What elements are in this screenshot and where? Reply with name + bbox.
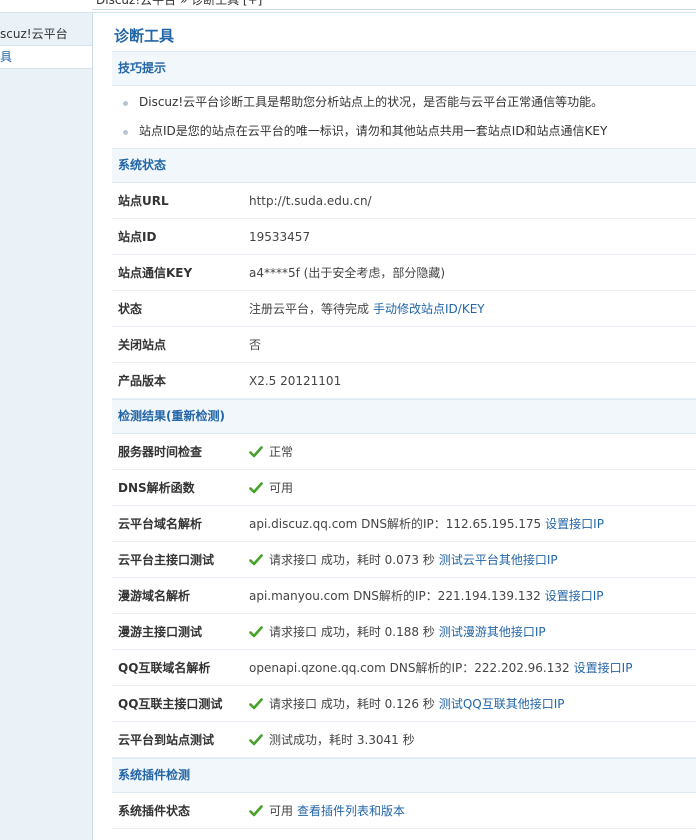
view-plugin-list-link[interactable]: 查看插件列表和版本: [297, 802, 405, 819]
row-label: 状态: [118, 302, 143, 316]
row-label: 服务器时间检查: [118, 445, 203, 459]
bullet-icon: [123, 101, 128, 106]
check-icon: [249, 733, 263, 747]
table-row: 站点URL http://t.suda.edu.cn/: [112, 183, 696, 219]
row-value: 请求接口 成功，耗时 0.126 秒 测试QQ互联其他接口IP: [249, 695, 564, 712]
top-bar: Discuz!云平台 » 诊断工具 [+]: [0, 0, 696, 13]
row-label: QQ互联主接口测试: [118, 697, 223, 711]
interface-test-text: 请求接口 成功，耗时 0.073 秒: [269, 553, 435, 567]
table-row: 云平台到站点测试 测试成功，耗时 3.3041 秒: [112, 722, 696, 758]
check-results-heading[interactable]: 检测结果(重新检测): [112, 399, 696, 434]
status-text: 注册云平台，等待完成: [249, 302, 370, 316]
row-value: a4****5f (出于安全考虑，部分隐藏): [249, 266, 446, 280]
edit-site-id-key-link[interactable]: 手动修改站点ID/KEY: [373, 300, 485, 317]
set-interface-ip-link[interactable]: 设置接口IP: [545, 515, 604, 532]
row-label: QQ互联域名解析: [118, 661, 211, 675]
check-icon: [249, 481, 263, 495]
plugin-check-heading: 系统插件检测: [112, 758, 696, 793]
row-label: 漫游主接口测试: [118, 625, 203, 639]
dns-result-text: openapi.qzone.qq.com DNS解析的IP：222.202.96…: [249, 661, 570, 675]
table-row: 产品版本 X2.5 20121101: [112, 363, 696, 399]
table-row: QQ互联域名解析 openapi.qzone.qq.com DNS解析的IP：2…: [112, 650, 696, 686]
sidebar-item-diagnostic-tool[interactable]: 具: [0, 45, 92, 69]
check-icon: [249, 697, 263, 711]
check-icon: [249, 804, 263, 818]
tip-item: Discuz!云平台诊断工具是帮助您分析站点上的状况，是否能与云平台正常通信等功…: [112, 88, 696, 117]
system-status-heading: 系统状态: [112, 148, 696, 183]
row-value: api.discuz.qq.com DNS解析的IP：112.65.195.17…: [249, 515, 604, 532]
site-test-text: 测试成功，耗时 3.3041 秒: [269, 733, 415, 747]
row-label: 云平台到站点测试: [118, 733, 215, 747]
breadcrumb: Discuz!云平台 » 诊断工具 [+]: [92, 0, 696, 10]
row-value: X2.5 20121101: [249, 373, 342, 388]
interface-test-text: 请求接口 成功，耗时 0.126 秒: [269, 697, 435, 711]
row-value: 请求接口 成功，耗时 0.188 秒 测试漫游其他接口IP: [249, 623, 546, 640]
dns-result-text: api.discuz.qq.com DNS解析的IP：112.65.195.17…: [249, 517, 542, 531]
row-label: 站点URL: [118, 194, 169, 208]
table-row: 站点ID 19533457: [112, 219, 696, 255]
table-row: 服务器时间检查 正常: [112, 434, 696, 470]
row-value: http://t.suda.edu.cn/: [249, 193, 372, 208]
row-label: 产品版本: [118, 374, 167, 388]
row-label: 漫游域名解析: [118, 589, 191, 603]
row-value: 19533457: [249, 229, 311, 244]
set-interface-ip-link[interactable]: 设置接口IP: [574, 659, 633, 676]
table-row: 云平台域名解析 api.discuz.qq.com DNS解析的IP：112.6…: [112, 506, 696, 542]
check-icon: [249, 553, 263, 567]
test-manyou-other-ip-link[interactable]: 测试漫游其他接口IP: [439, 623, 546, 640]
tip-item: 站点ID是您的站点在云平台的唯一标识，请勿和其他站点共用一套站点ID和站点通信K…: [112, 117, 696, 146]
table-row: DNS解析函数 可用: [112, 470, 696, 506]
row-value: 可用 查看插件列表和版本: [249, 802, 405, 819]
bullet-icon: [123, 130, 128, 135]
tip-text: Discuz!云平台诊断工具是帮助您分析站点上的状况，是否能与云平台正常通信等功…: [139, 95, 604, 109]
row-label: 关闭站点: [118, 338, 167, 352]
row-label: 系统插件状态: [118, 804, 191, 818]
set-interface-ip-link[interactable]: 设置接口IP: [545, 587, 604, 604]
row-value: openapi.qzone.qq.com DNS解析的IP：222.202.96…: [249, 659, 632, 676]
interface-test-text: 请求接口 成功，耗时 0.188 秒: [269, 625, 435, 639]
row-value: 可用: [249, 479, 293, 496]
table-row: QQ互联主接口测试 请求接口 成功，耗时 0.126 秒 测试QQ互联其他接口I…: [112, 686, 696, 722]
tip-text: 站点ID是您的站点在云平台的唯一标识，请勿和其他站点共用一套站点ID和站点通信K…: [139, 124, 608, 138]
row-label: DNS解析函数: [118, 481, 195, 495]
check-status-text: 可用: [269, 481, 294, 495]
row-label: 云平台域名解析: [118, 517, 203, 531]
check-icon: [249, 625, 263, 639]
dns-result-text: api.manyou.com DNS解析的IP：221.194.139.132: [249, 589, 541, 603]
sidebar-item-cloud-platform[interactable]: scuz!云平台: [0, 23, 92, 45]
row-value: 测试成功，耗时 3.3041 秒: [249, 731, 415, 748]
table-row: 系统插件状态 可用 查看插件列表和版本: [112, 793, 696, 829]
sidebar: scuz!云平台 具: [0, 13, 93, 840]
main-content: 诊断工具 技巧提示 Discuz!云平台诊断工具是帮助您分析站点上的状况，是否能…: [112, 24, 696, 829]
table-row: 关闭站点 否: [112, 327, 696, 363]
table-row: 云平台主接口测试 请求接口 成功，耗时 0.073 秒 测试云平台其他接口IP: [112, 542, 696, 578]
check-icon: [249, 445, 263, 459]
row-value: 正常: [249, 443, 293, 460]
tips-heading: 技巧提示: [112, 51, 696, 86]
plugin-status-text: 可用: [269, 804, 294, 818]
row-value: 否: [249, 338, 262, 352]
row-label: 站点通信KEY: [118, 266, 193, 280]
table-row: 漫游域名解析 api.manyou.com DNS解析的IP：221.194.1…: [112, 578, 696, 614]
tips-list: Discuz!云平台诊断工具是帮助您分析站点上的状况，是否能与云平台正常通信等功…: [112, 86, 696, 148]
test-cloud-other-ip-link[interactable]: 测试云平台其他接口IP: [439, 551, 558, 568]
table-row: 漫游主接口测试 请求接口 成功，耗时 0.188 秒 测试漫游其他接口IP: [112, 614, 696, 650]
table-row: 站点通信KEY a4****5f (出于安全考虑，部分隐藏): [112, 255, 696, 291]
check-status-text: 正常: [269, 445, 294, 459]
row-value: 注册云平台，等待完成 手动修改站点ID/KEY: [249, 300, 485, 317]
page-title: 诊断工具: [114, 27, 175, 45]
test-qq-connect-other-ip-link[interactable]: 测试QQ互联其他接口IP: [439, 695, 565, 712]
row-label: 站点ID: [118, 230, 157, 244]
row-value: 请求接口 成功，耗时 0.073 秒 测试云平台其他接口IP: [249, 551, 558, 568]
row-label: 云平台主接口测试: [118, 553, 215, 567]
row-value: api.manyou.com DNS解析的IP：221.194.139.132 …: [249, 587, 604, 604]
table-row: 状态 注册云平台，等待完成 手动修改站点ID/KEY: [112, 291, 696, 327]
